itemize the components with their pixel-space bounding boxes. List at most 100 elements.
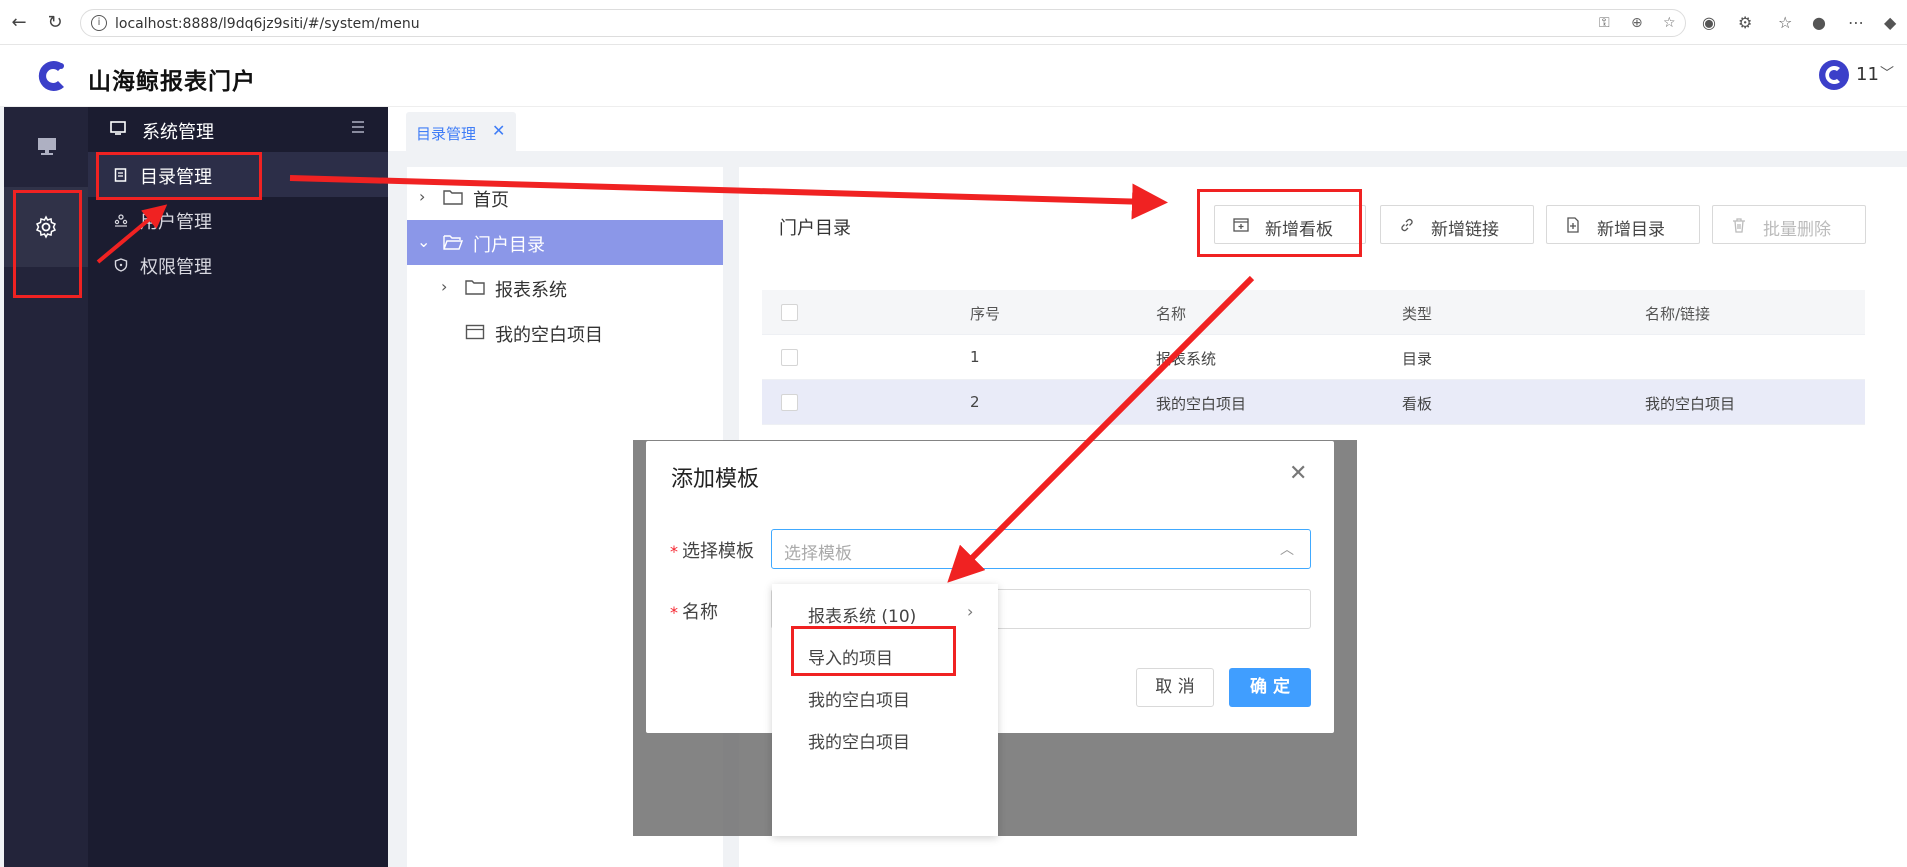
close-icon[interactable]: ✕ [1289,461,1307,486]
menu-item-label: 权限管理 [140,257,212,278]
users-icon [114,214,128,227]
tree-node-home[interactable]: › 首页 [407,175,723,220]
favorites-icon[interactable]: ☆ [1778,13,1792,32]
collapse-menu-icon[interactable] [350,119,366,135]
cancel-button[interactable]: 取 消 [1136,668,1214,707]
confirm-button[interactable]: 确 定 [1229,668,1311,707]
folder-open-icon [443,235,463,250]
app-header: 山海鲸报表门户 11 ﹀ [0,45,1907,107]
puzzle-icon[interactable]: ⚙ [1738,13,1752,32]
row-checkbox[interactable] [781,349,798,366]
batch-delete-label: 批量删除 [1763,220,1831,240]
template-dropdown: 报表系统 (10) › 导入的项目 我的空白项目 我的空白项目 [772,584,998,836]
shield-icon [114,258,128,272]
add-directory-label: 新增目录 [1597,220,1665,240]
chevron-up-icon: ︿ [1280,542,1294,558]
tree-node-blank-project[interactable]: 我的空白项目 [407,310,723,355]
link-icon [1401,218,1413,232]
row-checkbox[interactable] [781,394,798,411]
add-file-icon [1567,217,1579,233]
menu-item-users[interactable]: 用户管理 [88,197,388,242]
menu-section-title: 系统管理 [142,122,214,143]
column-header: 序号 [970,305,1001,323]
cell-name: 我的空白项目 [1156,395,1247,413]
back-icon[interactable]: ← [8,12,30,34]
browser-toolbar: ← ↻ i localhost:8888/l9dq6jz9siti/#/syst… [0,0,1907,45]
close-icon[interactable]: ✕ [492,121,505,140]
dropdown-option[interactable]: 我的空白项目 [772,718,998,760]
option-label: 报表系统 (10) [808,607,917,627]
dropdown-option[interactable]: 我的空白项目 [772,676,998,718]
app-logo-icon [38,61,64,91]
cell-index: 1 [970,348,980,366]
user-name[interactable]: 11 [1856,64,1879,85]
template-placeholder: 选择模板 [784,544,852,564]
chevron-down-icon[interactable]: ﹀ [1880,63,1894,83]
table-row[interactable]: 2 我的空白项目 看板 我的空白项目 [762,380,1865,425]
menu-section-header: 系统管理 [88,107,388,152]
cell-link: 我的空白项目 [1645,395,1736,413]
column-header: 名称/链接 [1645,305,1711,323]
reload-icon[interactable]: ↻ [44,12,66,34]
cell-type: 目录 [1402,350,1433,368]
batch-delete-button[interactable]: 批量删除 [1712,205,1866,244]
menu-item-label: 用户管理 [140,212,212,233]
monitor-icon [38,138,56,155]
menu-item-permissions[interactable]: 权限管理 [88,242,388,287]
profile-icon[interactable]: ● [1812,13,1826,32]
rail-item-dashboard[interactable] [4,107,88,187]
option-label: 我的空白项目 [808,691,910,711]
chevron-right-icon[interactable]: › [419,187,425,206]
annotation-box [13,190,82,298]
column-header: 名称 [1156,305,1187,323]
tab-label: 目录管理 [416,125,477,143]
table-header: 序号 名称 类型 名称/链接 [762,290,1865,335]
zoom-icon[interactable]: ⊕ [1631,15,1643,31]
cell-type: 看板 [1402,395,1433,413]
column-header: 类型 [1402,305,1433,323]
chevron-right-icon: › [967,602,974,621]
content-title: 门户目录 [779,218,851,239]
folder-icon [465,280,485,295]
chevron-right-icon[interactable]: › [441,277,447,296]
extension-icon[interactable]: ◉ [1702,13,1716,32]
menu-sidebar: 系统管理 目录管理 用户管理 权限管理 [88,107,388,867]
tab-bar: 目录管理 ✕ [388,107,1907,151]
tree-node-label: 门户目录 [473,235,545,256]
board-icon [465,324,485,340]
trash-icon [1733,218,1745,233]
select-all-checkbox[interactable] [781,304,798,321]
site-info-icon[interactable]: i [91,15,107,31]
template-select[interactable]: 选择模板 ︿ [771,529,1311,569]
tree-node-portal[interactable]: ⌄ 门户目录 [407,220,723,265]
add-directory-button[interactable]: 新增目录 [1546,205,1700,244]
template-label: * 选择模板 [670,541,754,562]
annotation-box [791,626,956,676]
add-link-label: 新增链接 [1431,220,1499,240]
copilot-icon[interactable]: ◆ [1884,13,1896,32]
tree-node-report-system[interactable]: › 报表系统 [407,265,723,310]
folder-icon [443,190,463,205]
address-bar[interactable]: i localhost:8888/l9dq6jz9siti/#/system/m… [80,9,1686,37]
annotation-box [96,152,262,200]
chevron-down-icon[interactable]: ⌄ [417,232,430,251]
cell-name: 报表系统 [1156,350,1217,368]
tree-node-label: 报表系统 [495,280,567,301]
table-row[interactable]: 1 报表系统 目录 [762,335,1865,380]
tree-node-label: 首页 [473,190,509,211]
tab-directory[interactable]: 目录管理 ✕ [406,112,516,151]
url-text: localhost:8888/l9dq6jz9siti/#/system/men… [115,16,420,32]
star-icon[interactable]: ☆ [1663,15,1676,31]
cell-index: 2 [970,393,980,411]
more-icon[interactable]: ⋯ [1848,13,1864,32]
key-icon[interactable]: ⚿ [1599,15,1610,31]
option-label: 我的空白项目 [808,733,910,753]
name-label: * 名称 [670,602,718,623]
add-link-button[interactable]: 新增链接 [1380,205,1534,244]
tree-node-label: 我的空白项目 [495,325,603,346]
app-title: 山海鲸报表门户 [88,69,256,95]
annotation-box [1197,189,1362,257]
dialog-title: 添加模板 [671,467,760,492]
user-avatar[interactable] [1818,59,1850,91]
screen-icon [110,121,126,135]
